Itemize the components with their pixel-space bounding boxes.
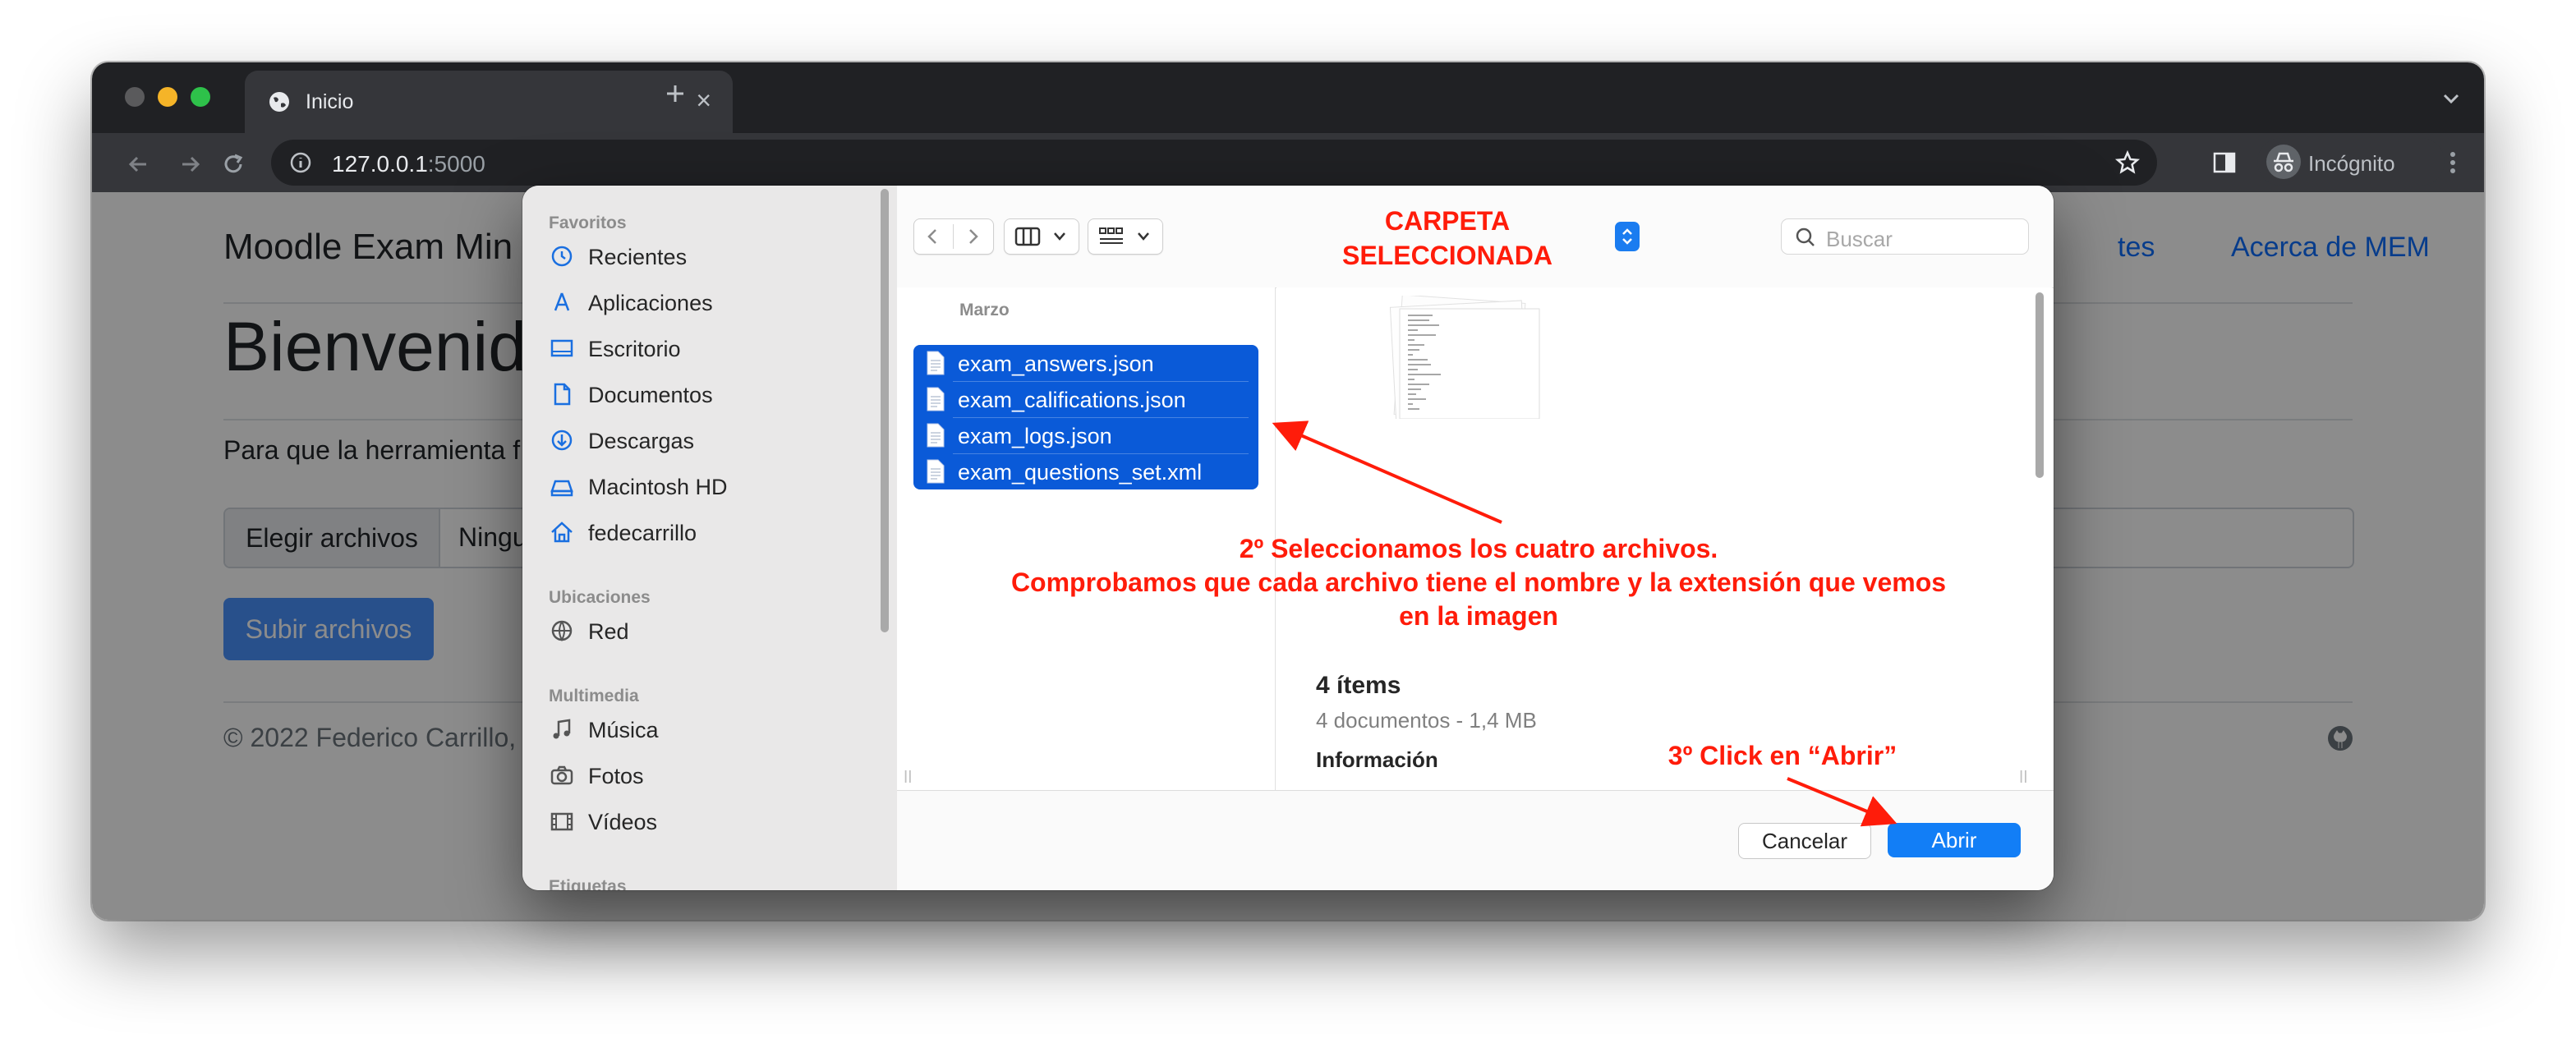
browser-toolbar: 127.0.0.1:5000 Incógnito — [92, 133, 2484, 192]
preview-info-heading: Información — [1316, 747, 1438, 772]
sidebar-item-descargas[interactable]: Descargas — [549, 424, 877, 457]
sidebar-item-red[interactable]: Red — [549, 614, 877, 647]
sidebar-section-favorites: Favoritos — [549, 214, 627, 232]
sidebar-section-locations: Ubicaciones — [549, 588, 651, 607]
incognito-badge[interactable]: Incógnito — [2257, 138, 2445, 186]
close-window-button[interactable] — [125, 87, 145, 107]
side-panel-icon[interactable] — [2211, 149, 2238, 176]
applications-icon — [554, 292, 570, 311]
incognito-icon — [2266, 145, 2301, 179]
file-item[interactable]: exam_questions_set.xml — [913, 453, 1258, 489]
preview-scrollbar[interactable] — [2036, 292, 2044, 478]
home-icon — [551, 522, 573, 543]
back-forward-buttons[interactable] — [913, 218, 994, 255]
sidebar-section-tags: Etiquetas — [549, 877, 627, 890]
sidebar-item-escritorio[interactable]: Escritorio — [549, 332, 877, 365]
search-input[interactable]: Buscar — [1781, 218, 2029, 255]
incognito-label: Incógnito — [2308, 151, 2395, 176]
column-resize-handle[interactable]: ǀǀ — [904, 769, 912, 788]
preview-items-title: 4 ítems — [1316, 672, 1401, 699]
maximize-window-button[interactable] — [191, 87, 210, 107]
chevron-down-icon[interactable] — [2440, 87, 2463, 110]
dialog-button-bar — [897, 790, 2054, 890]
reload-icon[interactable] — [220, 151, 246, 177]
search-placeholder: Buscar — [1826, 227, 1893, 251]
annotation-step-3: 3º Click en “Abrir” — [1668, 741, 1898, 770]
up-down-chevron-icon — [1622, 228, 1632, 245]
camera-icon — [550, 765, 573, 785]
view-columns-button[interactable] — [1004, 218, 1079, 255]
chevron-down-icon — [1054, 232, 1065, 241]
sidebar-item-documentos[interactable]: Documentos — [549, 378, 877, 411]
file-icon — [927, 423, 945, 448]
file-item[interactable]: exam_answers.json — [913, 345, 1258, 381]
address-bar[interactable]: 127.0.0.1:5000 — [271, 140, 2157, 186]
sidebar-item-videos[interactable]: Vídeos — [549, 805, 877, 838]
download-icon — [551, 430, 573, 451]
tab-title: Inicio — [306, 90, 354, 113]
globe-icon — [551, 620, 573, 642]
sidebar-item-fedecarrillo[interactable]: fedecarrillo — [549, 516, 877, 549]
preview-resize-handle[interactable]: ǀǀ — [2019, 769, 2027, 788]
clock-icon — [551, 246, 573, 267]
sidebar-item-aplicaciones[interactable]: Aplicaciones — [549, 286, 877, 319]
desktop-icon — [550, 339, 573, 357]
url-text: 127.0.0.1:5000 — [332, 151, 485, 177]
chevron-down-icon — [1138, 232, 1149, 241]
file-icon — [927, 351, 945, 375]
sidebar-section-media: Multimedia — [549, 687, 639, 705]
annotation-folder: CARPETA SELECCIONADA — [1341, 206, 1552, 270]
file-icon — [927, 387, 945, 411]
documents-stack-preview — [1389, 296, 1540, 419]
close-tab-icon[interactable]: × — [696, 85, 711, 116]
sidebar-item-musica[interactable]: Música — [549, 713, 877, 746]
selected-files: exam_answers.json exam_califications.jso… — [913, 345, 1258, 489]
file-icon — [927, 459, 945, 484]
search-icon — [1796, 227, 1815, 246]
sidebar-item-macintosh-hd[interactable]: Macintosh HD — [549, 470, 877, 503]
document-icon — [554, 383, 571, 406]
file-item[interactable]: exam_logs.json — [913, 417, 1258, 453]
bookmark-star-icon[interactable] — [2114, 149, 2141, 176]
hard-drive-icon — [550, 480, 573, 497]
grid-icon — [1099, 227, 1123, 244]
sidebar-item-fotos[interactable]: Fotos — [549, 759, 877, 792]
back-arrow-icon[interactable] — [125, 151, 151, 177]
open-button[interactable]: Abrir — [1888, 823, 2021, 857]
chevron-left-icon[interactable] — [922, 226, 944, 247]
film-icon — [550, 812, 573, 831]
cancel-button[interactable]: Cancelar — [1738, 823, 1871, 859]
browser-titlebar: Inicio × — [92, 62, 2484, 133]
more-options-icon[interactable] — [2446, 148, 2459, 177]
annotation-step-2: 2º Seleccionamos los cuatro archivos. Co… — [1010, 534, 1947, 631]
chevron-right-icon[interactable] — [962, 226, 983, 247]
sidebar-item-recientes[interactable]: Recientes — [549, 240, 877, 273]
column-header: Marzo — [959, 301, 1010, 319]
minimize-window-button[interactable] — [158, 87, 177, 107]
sidebar-scrollbar[interactable] — [881, 189, 889, 632]
preview-items-subtitle: 4 documentos - 1,4 MB — [1316, 708, 1537, 733]
group-button[interactable] — [1088, 218, 1163, 255]
dialog-sidebar: Favoritos Recientes Aplicaciones Escrito… — [522, 186, 898, 890]
info-icon[interactable] — [289, 151, 312, 174]
globe-icon — [269, 92, 289, 112]
folder-selector-stepper[interactable] — [1615, 222, 1640, 251]
forward-arrow-icon[interactable] — [177, 151, 204, 177]
file-item[interactable]: exam_califications.json — [913, 381, 1258, 417]
music-icon — [553, 719, 571, 739]
columns-icon — [1014, 227, 1041, 246]
plus-icon[interactable] — [659, 77, 692, 110]
